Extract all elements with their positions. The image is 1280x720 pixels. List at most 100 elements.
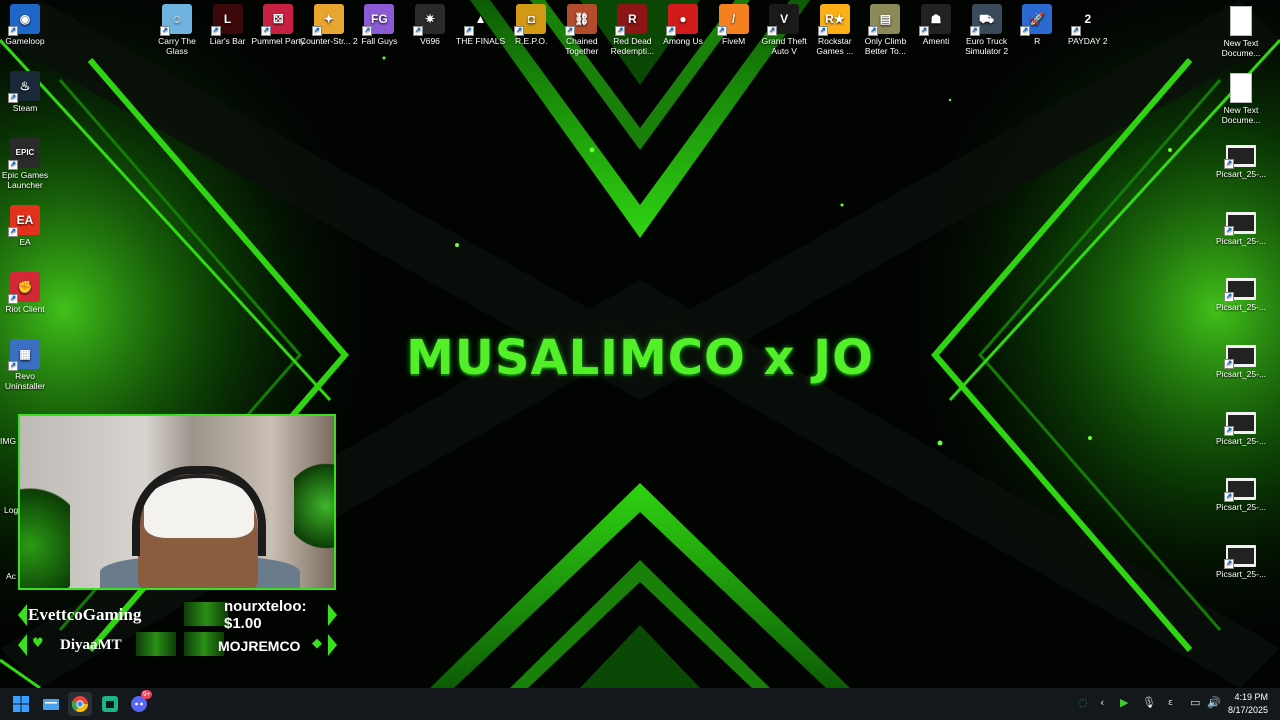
desktop-shortcut[interactable]: 2 ↗ PAYDAY 2	[1058, 4, 1118, 46]
red-dead-redemption-icon: R ↗	[615, 4, 648, 36]
notification-badge: 9+	[141, 690, 153, 699]
chevron-left-icon	[18, 634, 27, 656]
desktop-shortcut-label: Picsart_25-...	[1215, 235, 1267, 246]
volume-icon[interactable]: 🔊	[1207, 696, 1221, 709]
counter-strike-2-icon: ✦ ↗	[311, 4, 344, 36]
shortcut-arrow-icon: ↗	[1070, 26, 1081, 36]
shortcut-arrow-icon: ↗	[8, 227, 18, 237]
shortcut-arrow-icon: ↗	[1224, 425, 1234, 436]
desktop-shortcut-label: New Text Docume...	[1221, 38, 1261, 58]
webcam-feed	[18, 414, 336, 590]
carry-the-glass-icon: ☺ ↗	[160, 4, 192, 36]
play-icon[interactable]: ▶	[1120, 696, 1128, 709]
chained-together-icon: ⛓ ↗	[564, 4, 597, 36]
desktop-shortcut-label: Picsart_25-...	[1215, 302, 1267, 313]
chrome-icon	[71, 696, 89, 713]
app-icon	[102, 696, 118, 712]
desktop-shortcut-label: EA	[19, 237, 31, 247]
shortcut-arrow-icon: ↗	[362, 26, 373, 36]
shortcut-arrow-icon: ↗	[261, 26, 272, 36]
euro-truck-icon: ⛟ ↗	[969, 4, 1002, 36]
payday-2-icon: 2 ↗	[1070, 4, 1103, 36]
desktop-shortcut[interactable]: ◉ ↗ Gameloop	[0, 4, 55, 46]
picsart-image-icon: ↗	[1224, 478, 1256, 503]
top-supporter-name: MOJREMCO	[218, 638, 301, 654]
show-hidden-icons-chevron-icon[interactable]: ‹	[1100, 696, 1104, 709]
chevron-right-icon	[328, 604, 337, 626]
picsart-image-icon: ↗	[1224, 544, 1256, 569]
gameloop-icon: ◉ ↗	[8, 4, 40, 36]
desktop-shortcut[interactable]: EA ↗ EA	[0, 205, 55, 247]
shortcut-arrow-icon: ↗	[413, 26, 423, 36]
epic-games-icon: EPIC ↗	[8, 138, 40, 170]
shortcut-arrow-icon: ↗	[1224, 159, 1234, 170]
text-document-icon	[1230, 6, 1252, 36]
desktop-shortcut-label: Gameloop	[5, 36, 45, 46]
picsart-image-icon: ↗	[1224, 278, 1256, 303]
desktop-shortcut-label: Picsart_25-...	[1215, 502, 1267, 513]
desktop-shortcut[interactable]: ↗ Picsart_25-...	[1211, 406, 1271, 446]
desktop-shortcut[interactable]: ✊ ↗ Riot Client	[0, 272, 55, 314]
shortcut-arrow-icon: ↗	[817, 26, 828, 36]
desktop-shortcut[interactable]: ▦ ↗ Revo Uninstaller	[0, 339, 55, 391]
text-document-icon	[1230, 72, 1252, 103]
desktop-shortcut[interactable]: EPIC ↗ Epic Games Launcher	[0, 138, 55, 190]
shortcut-arrow-icon: ↗	[311, 26, 322, 36]
desktop-shortcut-label: PAYDAY 2	[1068, 36, 1108, 46]
desktop-shortcut-label: Picsart_25-...	[1215, 169, 1267, 180]
desktop-shortcut-label: Picsart_25-...	[1215, 435, 1267, 446]
revo-uninstaller-icon: ▦ ↗	[8, 339, 40, 371]
desktop-shortcut[interactable]: New Text Docume...	[1211, 72, 1271, 125]
desktop-shortcut-label: New Text Docume...	[1221, 104, 1261, 125]
file-explorer-button[interactable]	[39, 692, 63, 716]
shortcut-arrow-icon: ↗	[463, 26, 474, 36]
chrome-taskbar-button[interactable]	[68, 692, 92, 716]
desktop-shortcut[interactable]: ♨ ↗ Steam	[0, 71, 55, 113]
latest-donation: nourxteloo: $1.00	[224, 598, 307, 632]
shortcut-arrow-icon: ↗	[1224, 558, 1234, 569]
shortcut-arrow-icon: ↗	[1224, 292, 1234, 303]
chevron-left-icon	[18, 604, 27, 626]
desktop-shortcut[interactable]: ↗ Picsart_25-...	[1211, 339, 1271, 379]
network-icon[interactable]: ▭	[1190, 696, 1200, 709]
language-indicator-icon[interactable]: ε	[1168, 698, 1173, 708]
overlay-divider-foliage	[136, 632, 176, 656]
desktop-shortcut[interactable]: New Text Docume...	[1211, 6, 1271, 58]
overlay-divider-foliage	[184, 602, 228, 626]
app-taskbar-button[interactable]	[98, 692, 122, 716]
desktop-shortcut[interactable]: ↗ Picsart_25-...	[1211, 206, 1271, 246]
webcam-frame-foliage	[20, 476, 70, 588]
shortcut-arrow-icon: ↗	[1224, 492, 1234, 503]
desktop-shortcut-label: Picsart_25-...	[1215, 568, 1267, 579]
riot-client-icon: ✊ ↗	[8, 272, 40, 304]
shortcut-arrow-icon: ↗	[8, 93, 18, 103]
tray-status-icon[interactable]: ◌	[1078, 696, 1088, 709]
fivem-icon: / ↗	[716, 4, 749, 36]
shortcut-arrow-icon: ↗	[1020, 26, 1031, 36]
start-button[interactable]	[9, 692, 33, 716]
shortcut-arrow-icon: ↗	[716, 26, 727, 36]
amenti-icon: ☗ ↗	[919, 4, 951, 36]
desktop-shortcut-label: Steam	[12, 103, 38, 113]
webcam-frame-foliage	[294, 456, 334, 556]
rockstar-games-icon: R★ ↗	[817, 4, 850, 36]
desktop-shortcut[interactable]: ↗ Picsart_25-...	[1211, 272, 1271, 312]
microphone-icon[interactable]: 🎙	[1142, 696, 1156, 709]
taskbar-clock[interactable]: 4:19 PM 8/17/2025	[1228, 691, 1268, 717]
only-climb-icon: ▤ ↗	[868, 4, 901, 36]
shortcut-arrow-icon: ↗	[615, 26, 626, 36]
the-finals-icon: ▲ ↗	[463, 4, 496, 36]
shortcut-arrow-icon: ↗	[564, 26, 575, 36]
desktop-shortcut[interactable]: ↗ Picsart_25-...	[1211, 139, 1271, 179]
discord-taskbar-button[interactable]: 9+	[127, 690, 153, 716]
shortcut-arrow-icon: ↗	[8, 361, 18, 371]
pummel-party-icon: ⚄ ↗	[261, 4, 294, 36]
desktop-shortcut[interactable]: ↗ Picsart_25-...	[1211, 472, 1271, 512]
partial-desktop-icon-label[interactable]: IMG	[0, 436, 20, 446]
latest-follower-name: EvettcoGaming	[28, 605, 142, 624]
windows-start-icon	[13, 696, 29, 712]
desktop-shortcut[interactable]: ↗ Picsart_25-...	[1211, 539, 1271, 579]
shortcut-arrow-icon: ↗	[8, 160, 18, 170]
picsart-image-icon: ↗	[1224, 411, 1256, 436]
gta-v-icon: V ↗	[767, 4, 800, 36]
